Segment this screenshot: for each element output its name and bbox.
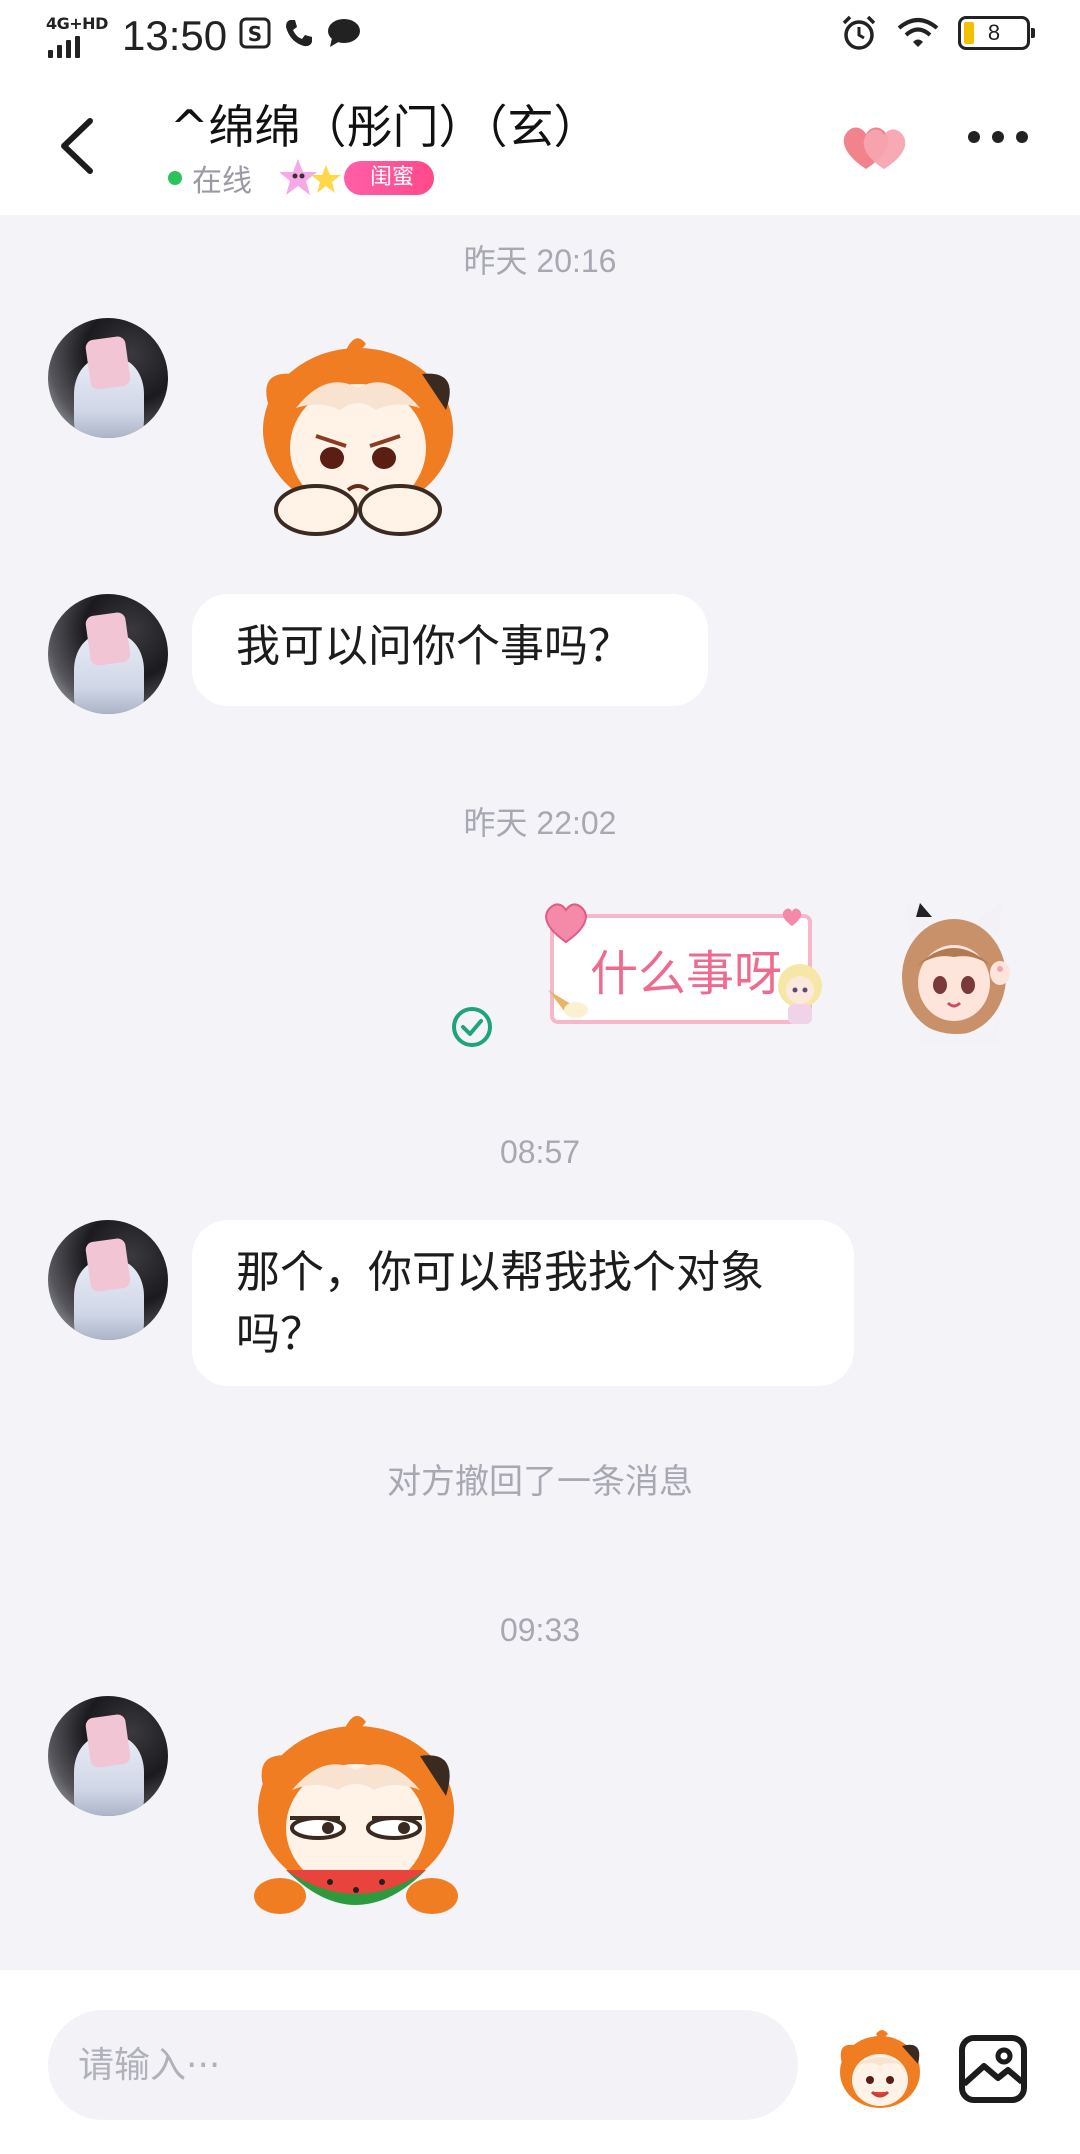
online-dot-icon xyxy=(168,171,182,185)
phone-icon xyxy=(286,20,312,47)
network-label: 4G+HD xyxy=(46,14,108,33)
signal-icon xyxy=(48,36,80,58)
contact-avatar[interactable] xyxy=(48,1220,168,1340)
image-icon[interactable] xyxy=(958,2034,1028,2104)
contact-avatar[interactable] xyxy=(48,594,168,714)
relation-badge: 闺蜜 xyxy=(344,161,435,195)
timestamp: 08:57 xyxy=(499,1134,581,1170)
chibi-girl-icon xyxy=(778,964,822,1024)
intimacy-hearts-icon[interactable] xyxy=(836,119,916,175)
message-icon xyxy=(328,19,360,47)
recalled-notice: 对方撤回了一条消息 xyxy=(387,1462,693,1502)
battery-level: 8 xyxy=(987,20,1001,45)
message-input[interactable] xyxy=(48,2010,798,2120)
ice-cream-icon xyxy=(548,990,588,1018)
presence-row: 在线 闺蜜 xyxy=(168,155,435,201)
chat-header: ^绵绵（彤门）（玄） 在线 闺蜜 xyxy=(0,75,1080,215)
contact-avatar[interactable] xyxy=(48,1696,168,1816)
small-heart-icon xyxy=(782,908,802,926)
heart-icon xyxy=(545,903,587,944)
message-bubble[interactable]: 我可以问你个事吗？ xyxy=(192,594,708,706)
message-text: 我可以问你个事吗？ xyxy=(236,621,632,672)
watermelon-pumpkin-sticker[interactable] xyxy=(230,1710,478,1926)
timestamp: 09:33 xyxy=(499,1612,581,1648)
wifi-icon xyxy=(897,18,939,47)
online-status: 在线 xyxy=(192,164,252,199)
svg-text:S: S xyxy=(248,22,262,46)
contact-name[interactable]: ^绵绵（彤门）（玄） xyxy=(170,91,600,157)
message-bubble[interactable]: 那个，你可以帮我找个对象 吗？ xyxy=(192,1220,854,1386)
message-text-line: 吗？ xyxy=(236,1309,324,1360)
stars-icon xyxy=(279,159,341,195)
read-check-icon xyxy=(452,1007,492,1047)
contact-avatar[interactable] xyxy=(48,318,168,438)
sad-pumpkin-sticker[interactable] xyxy=(236,330,476,542)
message-text-line: 那个，你可以帮我找个对象 xyxy=(236,1247,764,1298)
app-notification-icon: S xyxy=(239,17,271,49)
notification-icons: S xyxy=(238,16,362,50)
timestamp: 昨天 22:02 xyxy=(463,805,617,841)
timestamp: 昨天 20:16 xyxy=(463,243,617,279)
more-options-button[interactable] xyxy=(968,131,1028,143)
sticker-emoji-icon[interactable] xyxy=(832,2026,926,2112)
input-bar xyxy=(0,1970,1080,2154)
text-sticker[interactable]: 什么事呀 xyxy=(540,900,830,1030)
system-icons: 8 xyxy=(840,14,1035,52)
status-bar: 4G+HD 13:50 S 8 xyxy=(0,0,1080,75)
battery-indicator: 8 xyxy=(958,16,1035,50)
alarm-icon xyxy=(842,15,876,50)
clock: 13:50 xyxy=(122,12,228,59)
sticker-text: 什么事呀 xyxy=(590,946,783,1002)
network-indicator: 4G+HD xyxy=(46,14,110,58)
self-avatar[interactable] xyxy=(880,895,1030,1045)
back-icon[interactable] xyxy=(50,113,110,179)
